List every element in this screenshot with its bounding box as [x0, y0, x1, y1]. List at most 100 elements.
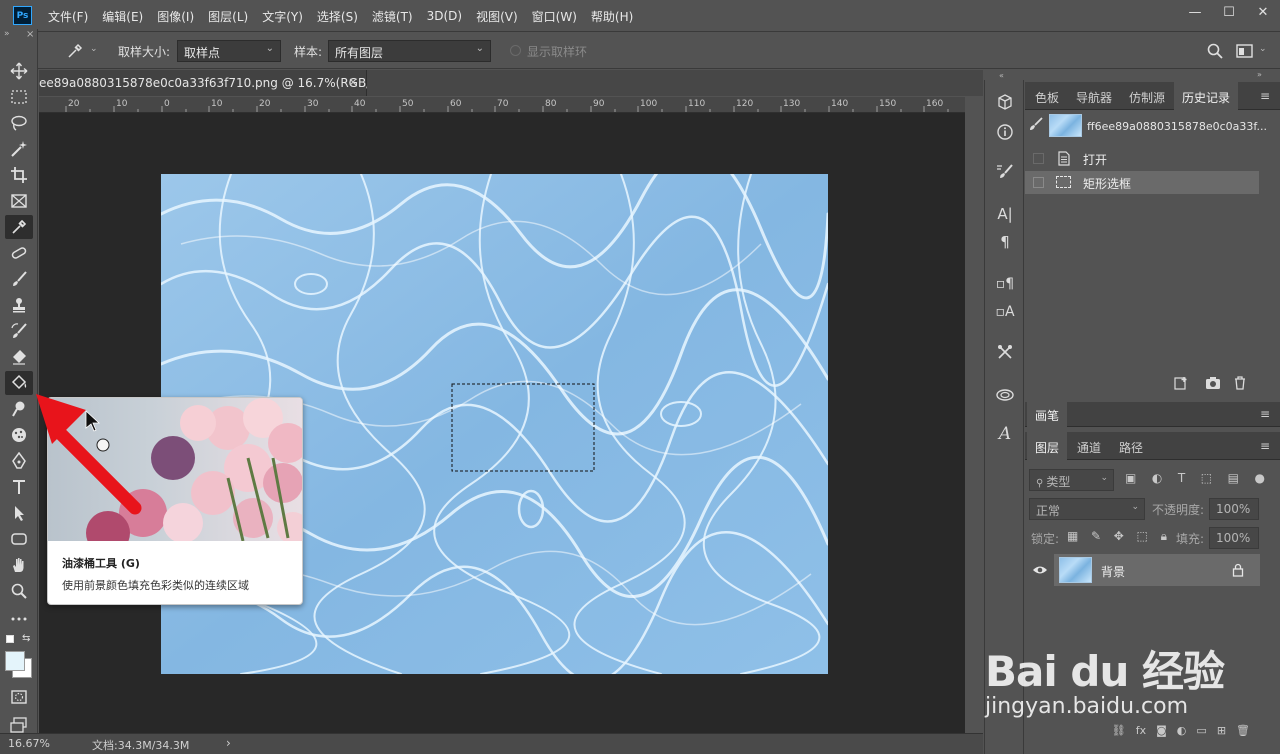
lock-image-icon[interactable]: ✎ — [1091, 529, 1101, 545]
history-item-selected[interactable]: 矩形选框 — [1025, 171, 1259, 194]
zoom-level[interactable]: 16.67% — [8, 737, 50, 750]
maximize-icon[interactable]: ☐ — [1212, 0, 1246, 24]
menu-window[interactable]: 窗口(W) — [532, 8, 577, 25]
character-styles-icon[interactable]: ▫A — [993, 300, 1017, 324]
status-menu-arrow[interactable]: › — [226, 736, 231, 750]
tab-paths[interactable]: 路径 — [1111, 432, 1151, 460]
tab-navigator[interactable]: 导航器 — [1068, 82, 1120, 110]
collapse-icon[interactable]: » — [4, 29, 10, 39]
quick-mask-icon[interactable] — [5, 685, 33, 709]
brush-settings-icon[interactable] — [993, 160, 1017, 184]
dodge-tool-icon[interactable] — [5, 397, 33, 421]
history-snapshot-name[interactable]: ff6ee89a0880315878e0c0a33f... — [1087, 120, 1267, 133]
close-icon[interactable]: × — [348, 75, 358, 89]
history-source-checkbox[interactable] — [1033, 177, 1044, 188]
new-document-from-state-icon[interactable] — [1173, 376, 1189, 390]
eraser-tool-icon[interactable] — [5, 345, 33, 369]
info-icon[interactable] — [993, 120, 1017, 144]
clone-stamp-tool-icon[interactable] — [5, 293, 33, 317]
healing-brush-tool-icon[interactable] — [5, 241, 33, 265]
paragraph-styles-icon[interactable]: ▫¶ — [993, 272, 1017, 296]
default-colors-icon[interactable] — [6, 635, 14, 643]
menu-type[interactable]: 文字(Y) — [262, 8, 303, 25]
paint-bucket-tool-icon[interactable] — [5, 371, 33, 395]
menu-3d[interactable]: 3D(D) — [427, 9, 462, 23]
layer-name[interactable]: 背景 — [1101, 563, 1125, 580]
paragraph-icon[interactable]: ¶ — [993, 230, 1017, 254]
brush-tool-icon[interactable] — [5, 267, 33, 291]
magic-wand-tool-icon[interactable] — [5, 137, 33, 161]
search-icon[interactable] — [1206, 42, 1224, 63]
sponge-tool-icon[interactable] — [5, 423, 33, 447]
more-tools-icon[interactable] — [5, 607, 33, 631]
panel-menu-icon[interactable]: ≡ — [1260, 439, 1270, 453]
camera-icon[interactable] — [1205, 376, 1221, 390]
filter-toggle-icon[interactable]: ● — [1255, 471, 1265, 489]
history-item[interactable]: 打开 — [1025, 147, 1259, 170]
character-icon[interactable]: A| — [993, 202, 1017, 226]
lasso-tool-icon[interactable] — [5, 111, 33, 135]
foreground-color-swatch[interactable] — [5, 651, 25, 671]
smart-object-filter-icon[interactable]: ▤ — [1228, 471, 1239, 489]
layer-thumbnail[interactable] — [1059, 557, 1092, 583]
trash-icon[interactable] — [1233, 375, 1247, 390]
panel-menu-icon[interactable]: ≡ — [1260, 89, 1270, 103]
tool-presets-icon[interactable] — [993, 340, 1017, 364]
fill-field[interactable]: 100% — [1209, 527, 1259, 549]
menu-edit[interactable]: 编辑(E) — [102, 8, 143, 25]
adjustment-filter-icon[interactable]: ◐ — [1152, 471, 1162, 489]
image-filter-icon[interactable]: ▣ — [1125, 471, 1136, 489]
workspace-icon[interactable] — [1236, 43, 1254, 62]
panel-menu-icon[interactable]: ≡ — [1260, 407, 1270, 421]
tab-layers[interactable]: 图层 — [1027, 432, 1068, 460]
tab-clone-source[interactable]: 仿制源 — [1121, 82, 1173, 110]
vertical-scrollbar[interactable] — [965, 97, 983, 733]
tab-history[interactable]: 历史记录 — [1174, 82, 1239, 110]
menu-view[interactable]: 视图(V) — [476, 8, 518, 25]
move-tool-icon[interactable] — [5, 59, 33, 83]
tab-swatches[interactable]: 色板 — [1027, 82, 1067, 110]
minimize-icon[interactable]: — — [1178, 0, 1212, 24]
pen-tool-icon[interactable] — [5, 449, 33, 473]
marquee-tool-icon[interactable] — [5, 85, 33, 109]
3d-icon[interactable] — [993, 90, 1017, 114]
type-tool-icon[interactable] — [5, 475, 33, 499]
eyedropper-tool-icon[interactable] — [5, 215, 33, 239]
frame-tool-icon[interactable] — [5, 189, 33, 213]
opacity-field[interactable]: 100% — [1209, 498, 1259, 520]
menu-file[interactable]: 文件(F) — [48, 8, 88, 25]
zoom-tool-icon[interactable] — [5, 579, 33, 603]
menu-help[interactable]: 帮助(H) — [591, 8, 633, 25]
collapse-icon[interactable]: « — [999, 71, 1004, 80]
layer-filter-select[interactable]: ⚲ 类型 ⌄ — [1029, 469, 1114, 491]
collapse-icon[interactable]: » — [1257, 70, 1262, 79]
tab-brush[interactable]: 画笔 — [1027, 402, 1068, 427]
tab-channels[interactable]: 通道 — [1069, 432, 1109, 460]
menu-filter[interactable]: 滤镜(T) — [372, 8, 413, 25]
document-tab[interactable]: ee89a0880315878e0c0a33f63f710.png @ 16.7… — [39, 70, 383, 96]
lock-transparency-icon[interactable]: ▦ — [1067, 529, 1078, 545]
menu-select[interactable]: 选择(S) — [317, 8, 358, 25]
rectangle-tool-icon[interactable] — [5, 527, 33, 551]
eye-icon[interactable] — [1032, 564, 1048, 576]
crop-tool-icon[interactable] — [5, 163, 33, 187]
history-source-checkbox[interactable] — [1033, 153, 1044, 164]
swap-colors-icon[interactable]: ⇆ — [22, 633, 30, 644]
menu-layer[interactable]: 图层(L) — [208, 8, 248, 25]
libraries-icon[interactable] — [993, 382, 1017, 406]
close-icon[interactable]: × — [26, 29, 34, 40]
blend-mode-select[interactable]: 正常 ⌄ — [1029, 498, 1145, 520]
menu-image[interactable]: 图像(I) — [157, 8, 194, 25]
history-brush-tool-icon[interactable] — [5, 319, 33, 343]
glyphs-icon[interactable]: A — [993, 422, 1017, 446]
eyedropper-preset-icon[interactable] — [66, 42, 84, 63]
visibility-cell[interactable] — [1025, 554, 1054, 586]
sample-select[interactable]: 所有图层 ⌄ — [328, 40, 491, 62]
history-snapshot-thumbnail[interactable] — [1049, 114, 1082, 137]
close-window-icon[interactable]: ✕ — [1246, 0, 1280, 24]
layer-row[interactable]: 背景 — [1025, 554, 1260, 586]
chevron-down-icon[interactable]: ⌄ — [1259, 44, 1267, 54]
type-filter-icon[interactable]: T — [1178, 471, 1185, 489]
hand-tool-icon[interactable] — [5, 553, 33, 577]
show-ring-checkbox[interactable] — [510, 45, 521, 56]
